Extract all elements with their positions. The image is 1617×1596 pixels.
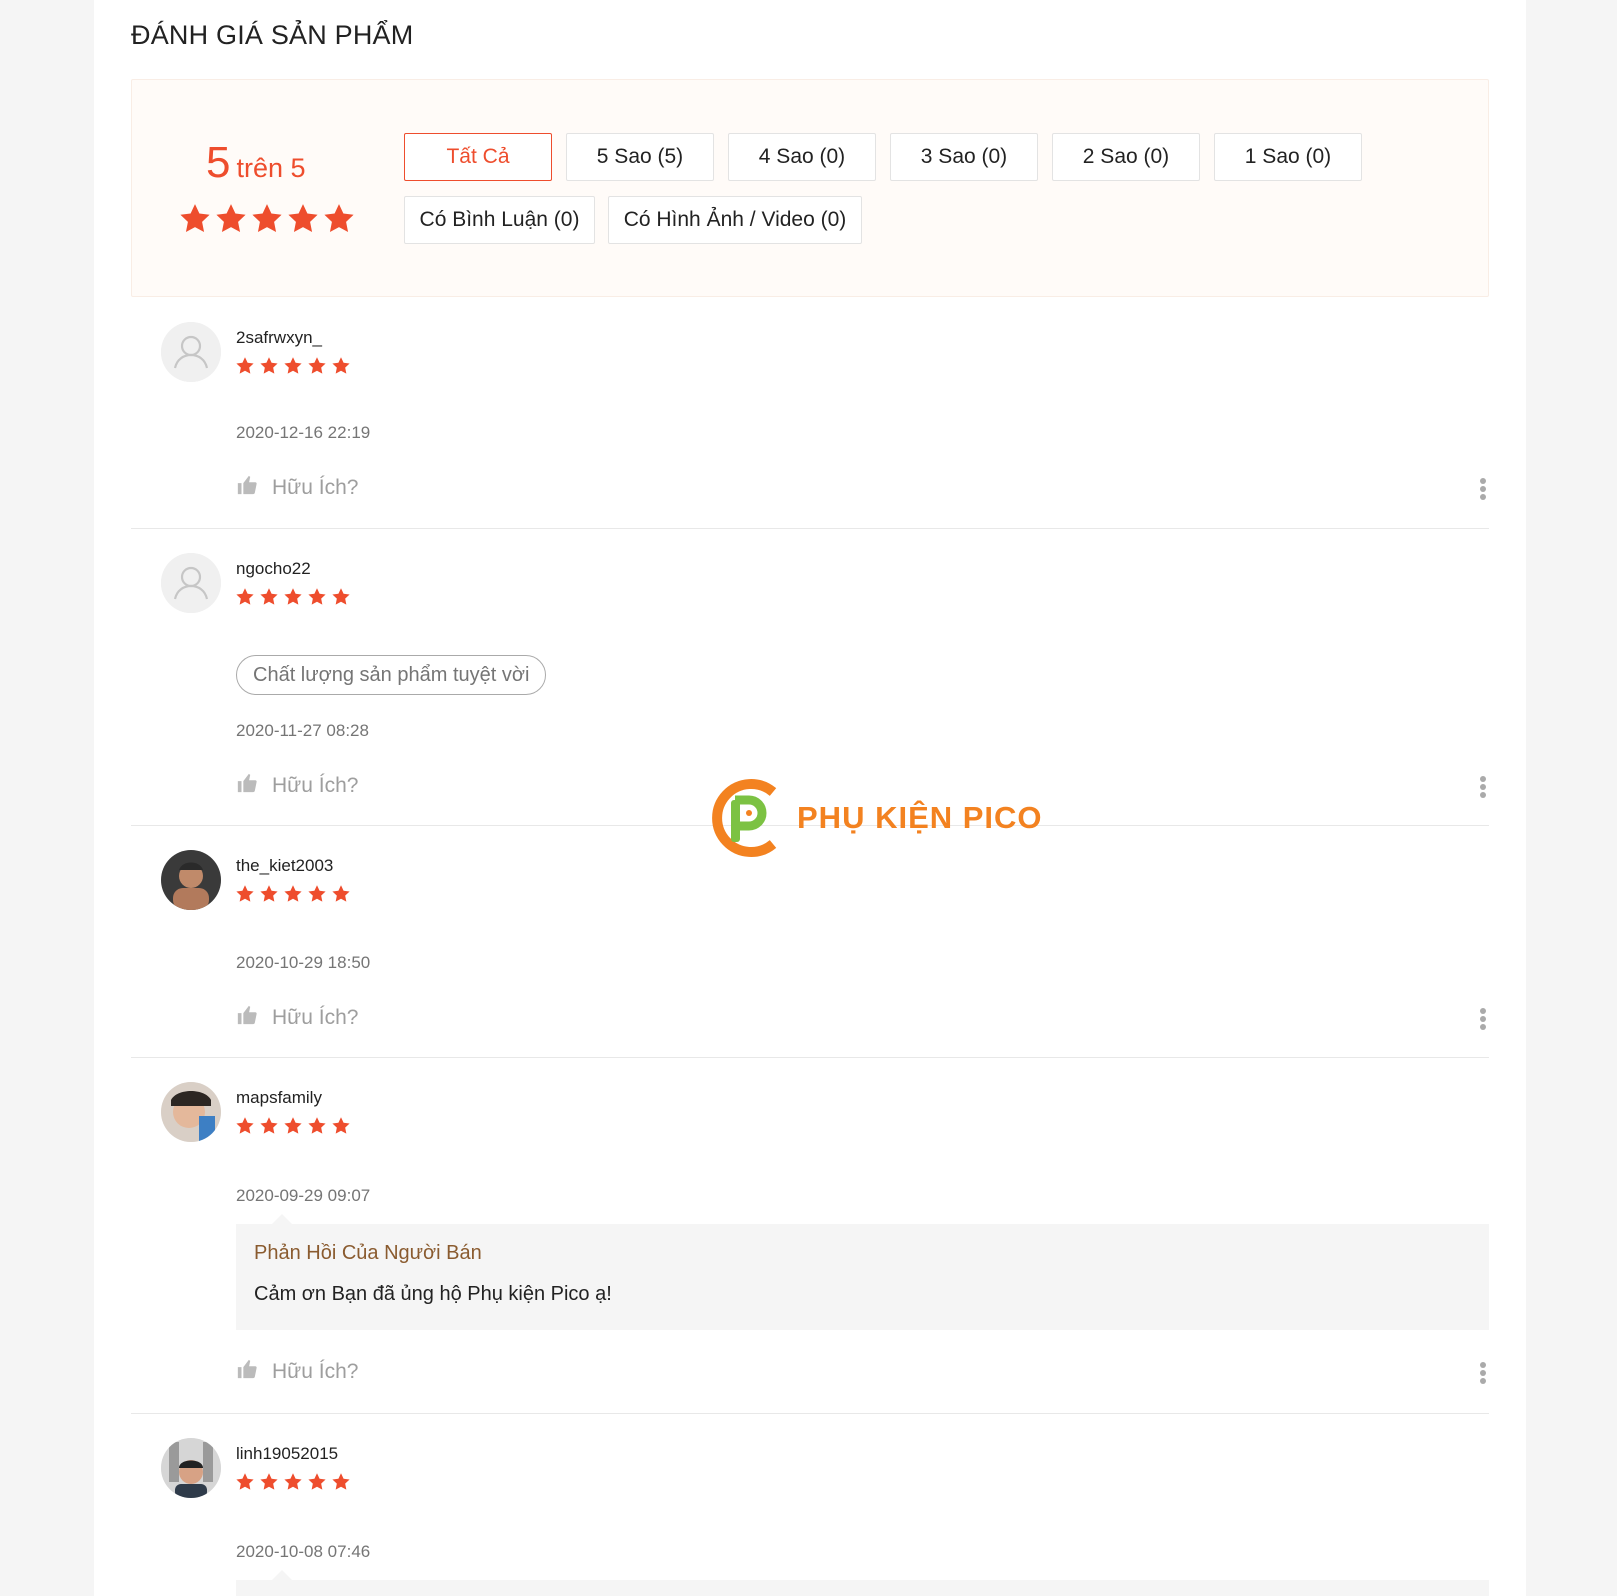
thumbs-up-icon: [236, 1004, 258, 1032]
review-stars: [235, 356, 351, 376]
star-icon: [332, 1117, 350, 1134]
star-icon: [260, 885, 278, 902]
review-time: 2020-12-16 22:19: [236, 423, 371, 442]
filter-all[interactable]: Tất Cả: [404, 133, 552, 181]
thumbs-up-icon: [236, 772, 258, 800]
review-item: mapsfamily 2020-09-29 09:07 Phản Hồi Của…: [131, 1058, 1489, 1414]
star-icon: [260, 357, 278, 374]
filter-3-star[interactable]: 3 Sao (0): [890, 133, 1038, 181]
star-icon: [252, 204, 282, 233]
default-avatar-icon: [161, 322, 221, 382]
more-options-icon[interactable]: [1478, 1358, 1488, 1388]
filter-4-star[interactable]: 4 Sao (0): [728, 133, 876, 181]
star-icon: [308, 357, 326, 374]
helpful-button[interactable]: Hữu Ích?: [236, 1004, 358, 1032]
star-icon: [324, 204, 354, 233]
star-icon: [288, 204, 318, 233]
seller-reply-title: Phản Hồi Của Người Bán: [254, 1242, 482, 1264]
star-icon: [284, 1473, 302, 1490]
review-author: the_kiet2003: [236, 856, 334, 875]
review-time: 2020-11-27 08:28: [236, 721, 369, 740]
star-icon: [308, 588, 326, 605]
review-time: 2020-10-29 18:50: [236, 953, 371, 972]
star-icon: [236, 357, 254, 374]
star-icon: [308, 1473, 326, 1490]
filter-with-comment[interactable]: Có Bình Luận (0): [404, 196, 595, 244]
seller-reply: [236, 1570, 1489, 1596]
section-title: ĐÁNH GIÁ SẢN PHẨM: [131, 20, 414, 50]
star-icon: [236, 885, 254, 902]
star-icon: [260, 1117, 278, 1134]
score-value: 5: [206, 138, 231, 187]
pico-logo-icon: [712, 779, 777, 857]
review-time: 2020-09-29 09:07: [236, 1186, 371, 1205]
user-photo: [161, 850, 221, 910]
helpful-label: Hữu Ích?: [272, 774, 359, 797]
helpful-button[interactable]: Hữu Ích?: [236, 772, 358, 800]
score-suffix: trên 5: [236, 153, 306, 183]
star-icon: [284, 357, 302, 374]
average-stars: [178, 202, 356, 236]
watermark-text: PHỤ KIỆN PICO: [797, 800, 1043, 835]
star-icon: [284, 588, 302, 605]
helpful-label: Hữu Ích?: [272, 476, 359, 499]
star-icon: [332, 588, 350, 605]
helpful-button[interactable]: Hữu Ích?: [236, 1358, 358, 1386]
review-item: linh19052015 2020-10-08 07:46: [131, 1414, 1489, 1596]
review-item: 2safrwxyn_ 2020-12-16 22:19 Hữu Ích?: [131, 298, 1489, 529]
star-icon: [332, 357, 350, 374]
more-options-icon[interactable]: [1478, 474, 1488, 504]
product-reviews-panel: ĐÁNH GIÁ SẢN PHẨM 5 trên 5 Tất Cả 5 Sao (…: [94, 0, 1526, 1596]
review-item: the_kiet2003 2020-10-29 18:50 Hữu Ích?: [131, 826, 1489, 1058]
helpful-label: Hữu Ích?: [272, 1006, 359, 1029]
star-icon: [216, 204, 246, 233]
star-icon: [236, 1473, 254, 1490]
review-stars: [235, 587, 351, 607]
average-score: 5 trên 5: [206, 138, 306, 188]
review-author: mapsfamily: [236, 1088, 322, 1107]
review-author: linh19052015: [236, 1444, 339, 1463]
user-photo: [161, 1438, 221, 1498]
helpful-label: Hữu Ích?: [272, 1360, 359, 1383]
star-icon: [284, 885, 302, 902]
filter-5-star[interactable]: 5 Sao (5): [566, 133, 714, 181]
filter-with-media[interactable]: Có Hình Ảnh / Video (0): [608, 196, 862, 244]
thumbs-up-icon: [236, 474, 258, 502]
helpful-button[interactable]: Hữu Ích?: [236, 474, 358, 502]
default-avatar-icon: [161, 553, 221, 613]
more-options-icon[interactable]: [1478, 772, 1488, 802]
review-stars: [235, 1472, 351, 1492]
star-icon: [180, 204, 210, 233]
watermark-logo: PHỤ KIỆN PICO: [711, 778, 1043, 858]
rating-overview: 5 trên 5 Tất Cả 5 Sao (5) 4 Sao (0) 3 Sao…: [131, 79, 1489, 297]
star-icon: [260, 588, 278, 605]
user-photo: [161, 1082, 221, 1142]
more-options-icon[interactable]: [1478, 1004, 1488, 1034]
star-icon: [332, 885, 350, 902]
filter-1-star[interactable]: 1 Sao (0): [1214, 133, 1362, 181]
review-author: 2safrwxyn_: [236, 328, 322, 347]
review-stars: [235, 1116, 351, 1136]
star-icon: [260, 1473, 278, 1490]
review-author: ngocho22: [236, 559, 311, 578]
seller-reply: Phản Hồi Của Người Bán Cảm ơn Bạn đã ủng…: [236, 1214, 1489, 1330]
seller-reply-text: Cảm ơn Bạn đã ủng hộ Phụ kiện Pico ạ!: [254, 1283, 612, 1305]
star-icon: [236, 1117, 254, 1134]
star-icon: [308, 885, 326, 902]
review-tag: Chất lượng sản phẩm tuyệt vời: [236, 655, 547, 695]
review-stars: [235, 884, 351, 904]
filter-2-star[interactable]: 2 Sao (0): [1052, 133, 1200, 181]
review-time: 2020-10-08 07:46: [236, 1542, 371, 1561]
thumbs-up-icon: [236, 1358, 258, 1386]
star-icon: [284, 1117, 302, 1134]
star-icon: [236, 588, 254, 605]
star-icon: [308, 1117, 326, 1134]
star-icon: [332, 1473, 350, 1490]
